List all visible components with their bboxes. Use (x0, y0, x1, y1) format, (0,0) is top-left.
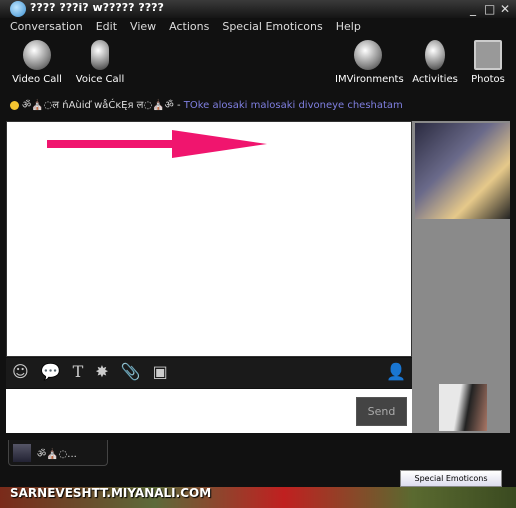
watermark: SARNEVESHTT.MIYANALI.COM (10, 486, 212, 500)
contact-name: ॐ⛪◌ल ńAùiď wåĆĸĘя ल◌⛪ॐ (22, 100, 174, 111)
menu-conversation[interactable]: Conversation (10, 20, 83, 33)
separator: - (176, 100, 181, 111)
voice-call-label: Voice Call (75, 74, 125, 85)
tab-label: ॐ⛪◌... (37, 448, 77, 460)
conversation-tab[interactable]: ॐ⛪◌... (8, 440, 108, 466)
messenger-icon (10, 1, 26, 17)
window-title: ???? ???i? w????? ???? (30, 1, 164, 14)
menu-special-emoticons[interactable]: Special Emoticons (222, 20, 322, 33)
imvironments-button[interactable]: IMVironments (335, 40, 404, 85)
imvironments-label: IMVironments (335, 74, 404, 85)
photos-label: Photos (471, 74, 505, 85)
video-call-button[interactable]: Video Call (7, 40, 67, 85)
microphone-icon (91, 40, 109, 70)
share-photo-icon[interactable]: ▣ (153, 362, 168, 384)
menu-help[interactable]: Help (336, 20, 361, 33)
conversation-history[interactable] (6, 121, 412, 357)
add-contact-icon[interactable]: 👤 (386, 362, 406, 384)
menu-view[interactable]: View (130, 20, 156, 33)
photos-button[interactable]: Photos (462, 40, 514, 85)
contact-status: ॐ⛪◌ल ńAùiď wåĆĸĘя ल◌⛪ॐ - TOke alosaki ma… (10, 97, 403, 111)
leaves-icon (354, 40, 382, 70)
video-call-label: Video Call (12, 74, 62, 85)
photos-icon (474, 40, 502, 70)
menu-bar: Conversation Edit View Actions Special E… (10, 20, 361, 33)
maximize-button[interactable]: □ (484, 2, 495, 16)
message-input[interactable] (6, 389, 412, 433)
activities-label: Activities (412, 74, 458, 85)
audibles-icon[interactable]: 💬 (41, 362, 61, 384)
editor-toolbar: ☺ 💬 T ✸ 📎 ▣ 👤 (6, 358, 412, 388)
close-button[interactable]: ✕ (500, 2, 510, 16)
voice-call-button[interactable]: Voice Call (70, 40, 130, 85)
arrow-annotation (47, 130, 267, 158)
emoticon-icon[interactable]: ☺ (12, 362, 29, 384)
webcam-icon (23, 40, 51, 70)
activities-button[interactable]: Activities (405, 40, 465, 85)
tab-avatar (13, 443, 31, 462)
special-emoticons-button[interactable]: Special Emoticons (400, 470, 502, 487)
minimize-button[interactable]: _ (470, 2, 476, 16)
buzz-icon[interactable]: ✸ (95, 362, 108, 384)
status-dot-icon (10, 100, 19, 110)
my-display-picture[interactable] (439, 384, 487, 431)
contact-display-picture[interactable] (415, 123, 510, 219)
chess-knight-icon (425, 40, 445, 70)
personal-message: TOke alosaki malosaki divoneye cheshatam (183, 100, 403, 111)
send-button[interactable]: Send (356, 397, 407, 426)
attach-icon[interactable]: 📎 (121, 362, 141, 384)
font-icon[interactable]: T (73, 362, 84, 384)
menu-actions[interactable]: Actions (169, 20, 209, 33)
menu-edit[interactable]: Edit (96, 20, 117, 33)
